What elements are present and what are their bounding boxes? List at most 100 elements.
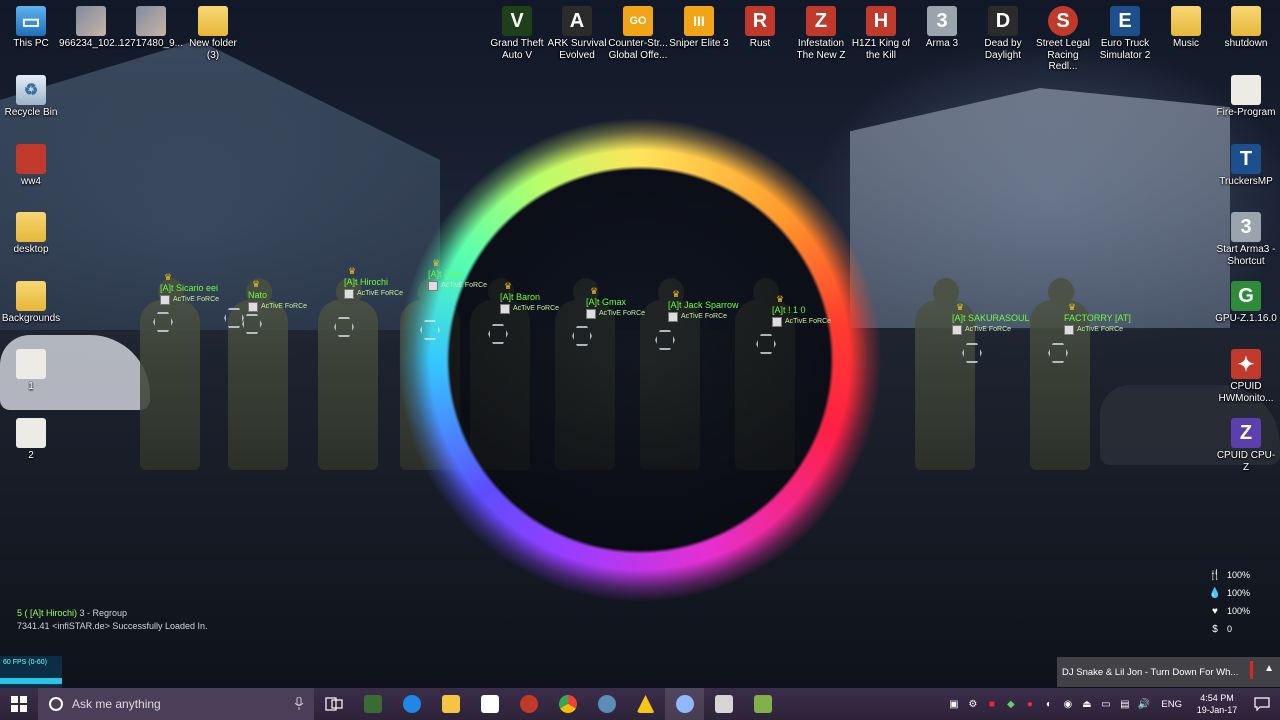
taskbar-app-file-explorer[interactable] xyxy=(431,688,470,720)
arma-3-icon: 3 xyxy=(927,6,957,36)
icon-label: Grand Theft Auto V xyxy=(490,38,544,61)
icon-label: Sniper Elite 3 xyxy=(669,38,729,49)
desktop-icon-hwmonitor[interactable]: ✦ CPUID HWMonito... xyxy=(1215,349,1277,404)
now-playing-notification[interactable]: DJ Snake & Lil Jon - Turn Down For Wh...… xyxy=(1057,657,1280,687)
desktop-icon-start-arma3[interactable]: 3 Start Arma3 - Shortcut xyxy=(1215,212,1277,267)
image-file-icon xyxy=(76,6,106,36)
icon-label: 1 xyxy=(28,381,34,392)
taskbar-app-edge[interactable] xyxy=(392,688,431,720)
desktop-icon-2[interactable]: 2 xyxy=(0,418,62,462)
taskbar-app-gray[interactable] xyxy=(704,688,743,720)
desktop-icon-gpu-z[interactable]: G GPU-Z.1.16.0 xyxy=(1215,281,1277,325)
desktop-icon-new-folder[interactable]: New folder (3) xyxy=(182,6,244,61)
player-nametag: ♛ Nato AcTivE FoRCe xyxy=(248,279,307,312)
hwmonitor-icon: ✦ xyxy=(1231,349,1261,379)
desktop-icon-image-2[interactable]: 12717480_9... xyxy=(119,6,183,50)
desktop-icon-gta-v[interactable]: V Grand Theft Auto V xyxy=(486,6,548,61)
dead-by-daylight-icon: D xyxy=(988,6,1018,36)
desktop-icon-recycle-bin[interactable]: ♻ Recycle Bin xyxy=(0,75,62,119)
desktop-icon-ww4[interactable]: ww4 xyxy=(0,144,62,188)
taskbar-app-steam[interactable] xyxy=(587,688,626,720)
volume-icon[interactable]: 🔊 xyxy=(1134,688,1153,720)
crown-icon: ♛ xyxy=(776,294,785,304)
player-name: FACTORRY [AT] xyxy=(1064,313,1131,323)
chat-line: 5 ( [A]t Hirochi) 3 - Regroup xyxy=(17,607,207,620)
player-nametag: ♛ [A]t ! 1 0 AcTivE FoRCe xyxy=(772,294,831,327)
task-view-button[interactable] xyxy=(314,688,353,720)
desktop-icon-ark[interactable]: A ARK Survival Evolved xyxy=(546,6,608,61)
player-name: Nato xyxy=(248,290,268,300)
csgo-icon: GO xyxy=(623,6,653,36)
player-nametag: ♛ [A]t Baron AcTivE FoRCe xyxy=(500,281,559,314)
taskbar-app-chrome[interactable] xyxy=(548,688,587,720)
taskbar-app-blue[interactable] xyxy=(665,688,704,720)
desktop-icon-infestation[interactable]: Z Infestation The New Z xyxy=(790,6,852,61)
icon-label: Dead by Daylight xyxy=(984,38,1022,61)
desktop-icon-this-pc[interactable]: ▭ This PC xyxy=(0,6,62,50)
folder-icon xyxy=(1171,6,1201,36)
edge-icon xyxy=(402,695,421,713)
player-org: AcTivE FoRCe xyxy=(599,310,646,317)
player-nametag: ♛ [A]t Zma AcTivE FoRCe xyxy=(428,258,487,291)
document-icon xyxy=(1231,75,1261,105)
chevron-up-icon[interactable]: ▲ xyxy=(1264,663,1274,674)
desktop-icon-street-legal[interactable]: S Street Legal Racing Redl... xyxy=(1032,6,1094,73)
taskbar-app-green[interactable] xyxy=(353,688,392,720)
tray-icon[interactable]: ◆ xyxy=(1001,688,1020,720)
icon-label: Infestation The New Z xyxy=(796,38,846,61)
usb-icon[interactable]: ⏏ xyxy=(1077,688,1096,720)
microphone-icon[interactable] xyxy=(294,697,304,711)
tray-icon[interactable]: ◐ xyxy=(1039,688,1058,720)
desktop-icon-fire-program[interactable]: Fire-Program xyxy=(1215,75,1277,119)
ark-icon: A xyxy=(562,6,592,36)
crown-icon: ♛ xyxy=(432,258,441,268)
badge-icon xyxy=(1064,324,1074,335)
language-indicator[interactable]: ENG xyxy=(1153,699,1190,710)
icon-label: ARK Survival Evolved xyxy=(547,38,607,61)
taskbar-app-red[interactable] xyxy=(509,688,548,720)
badge-icon xyxy=(160,294,170,305)
desktop-icon-truckersmp[interactable]: T TruckersMP xyxy=(1215,144,1277,188)
icon-label: Counter-Str... Global Offe... xyxy=(608,38,668,61)
desktop-icon-h1z1[interactable]: H H1Z1 King of the Kill xyxy=(850,6,912,61)
tray-icon[interactable]: ⚙ xyxy=(963,688,982,720)
desktop-icon-music[interactable]: Music xyxy=(1155,6,1217,50)
stat-value: 100% xyxy=(1227,588,1251,598)
desktop-icon-rust[interactable]: R Rust xyxy=(729,6,791,50)
crown-icon: ♛ xyxy=(672,289,681,299)
desktop-icon-csgo[interactable]: GO Counter-Str... Global Offe... xyxy=(607,6,669,61)
action-center-button[interactable] xyxy=(1244,688,1280,720)
player-name: [A]t Hirochi xyxy=(344,277,389,287)
system-tray: ▣ ⚙ ■ ◆ ● ◐ ◉ ⏏ ▭ ▤ 🔊 ENG 4:54 PM 19-Jan… xyxy=(944,688,1280,720)
desktop-icon-backgrounds[interactable]: Backgrounds xyxy=(0,281,62,325)
icon-label: desktop xyxy=(13,244,49,255)
taskbar-app-stack[interactable] xyxy=(743,688,782,720)
desktop-icon-euro-truck[interactable]: E Euro Truck Simulator 2 xyxy=(1094,6,1156,61)
search-input[interactable] xyxy=(72,697,286,711)
desktop-icon-image-1[interactable]: 966234_102... xyxy=(59,6,123,50)
icon-label: Fire-Program xyxy=(1216,107,1276,118)
desktop-icon-desktop[interactable]: desktop xyxy=(0,212,62,256)
stat-value: 100% xyxy=(1227,570,1251,580)
desktop-icon-arma-3[interactable]: 3 Arma 3 xyxy=(911,6,973,50)
desktop-icon-cpu-z[interactable]: Z CPUID CPU-Z xyxy=(1215,418,1277,473)
desktop-icon-dead-by-daylight[interactable]: D Dead by Daylight xyxy=(972,6,1034,61)
crown-icon: ♛ xyxy=(252,279,261,289)
player-org: AcTivE FoRCe xyxy=(1077,326,1124,333)
battery-icon[interactable]: ▭ xyxy=(1096,688,1115,720)
tray-icon[interactable]: ▣ xyxy=(944,688,963,720)
tray-icon[interactable]: ■ xyxy=(982,688,1001,720)
icon-label: New folder (3) xyxy=(189,38,237,61)
steam-tray-icon[interactable]: ◉ xyxy=(1058,688,1077,720)
start-button[interactable] xyxy=(0,688,38,720)
money-icon: $ xyxy=(1212,623,1218,635)
desktop-icon-1[interactable]: 1 xyxy=(0,349,62,393)
desktop-icon-shutdown[interactable]: shutdown xyxy=(1215,6,1277,50)
taskbar-app-yellow[interactable] xyxy=(626,688,665,720)
clock[interactable]: 4:54 PM 19-Jan-17 xyxy=(1190,692,1244,716)
taskbar-app-store[interactable] xyxy=(470,688,509,720)
network-icon[interactable]: ▤ xyxy=(1115,688,1134,720)
tray-icon[interactable]: ● xyxy=(1020,688,1039,720)
search-box[interactable] xyxy=(38,688,314,720)
desktop-icon-sniper-elite[interactable]: III Sniper Elite 3 xyxy=(668,6,730,50)
